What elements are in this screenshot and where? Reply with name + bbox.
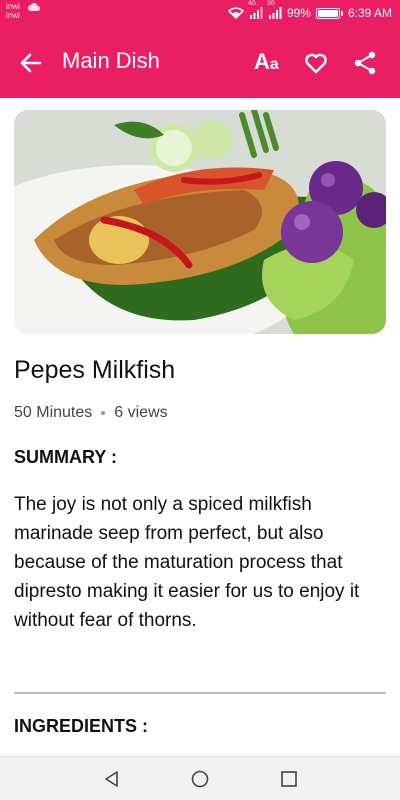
signal-2: 2G xyxy=(267,1,282,19)
signal-1: 4G xyxy=(248,1,263,19)
share-icon[interactable] xyxy=(352,50,378,76)
page-title: Main Dish xyxy=(62,48,160,73)
font-size-icon-small: a xyxy=(269,56,279,73)
ingredients-heading: INGREDIENTS : xyxy=(14,716,149,736)
carrier-labels: inwi inwi xyxy=(6,2,20,20)
nav-recent-icon[interactable] xyxy=(279,769,299,789)
recipe-photo xyxy=(14,110,386,334)
recipe-duration: 50 Minutes xyxy=(14,404,93,421)
signal-icon xyxy=(268,7,282,19)
summary-heading: SUMMARY : xyxy=(14,447,117,467)
app-bar: Main Dish Aa xyxy=(0,28,400,98)
system-nav-bar xyxy=(0,756,400,800)
battery-icon xyxy=(315,7,343,19)
net-type-2: 2G xyxy=(266,1,275,7)
back-arrow-icon[interactable] xyxy=(18,50,44,76)
clock: 6:39 AM xyxy=(347,6,392,20)
carrier-1: inwi xyxy=(6,2,20,11)
font-size-icon-big: A xyxy=(254,49,270,74)
meta-separator xyxy=(101,411,106,415)
recipe-title: Pepes Milkfish xyxy=(14,356,176,384)
recipe-meta: 50 Minutes 6 views xyxy=(14,402,168,424)
nav-home-icon[interactable] xyxy=(190,769,210,789)
status-icons: 4G 2G 99% 6:39 AM xyxy=(227,1,392,20)
recipe-views: 6 views xyxy=(114,404,168,421)
section-divider xyxy=(14,692,386,694)
carrier-2: inwi xyxy=(6,11,20,20)
heart-icon[interactable] xyxy=(303,50,329,76)
signal-icon xyxy=(249,7,263,19)
battery-percent: 99% xyxy=(286,6,311,20)
nav-back-icon[interactable] xyxy=(102,769,122,789)
cloud-icon xyxy=(28,3,40,11)
font-size-button[interactable]: Aa xyxy=(254,48,279,79)
net-type-1: 4G xyxy=(247,1,256,7)
summary-text: The joy is not only a spiced milkfish ma… xyxy=(14,494,360,631)
wifi-icon xyxy=(227,7,244,19)
status-bar: inwi inwi 4G 2G 99% 6:39 AM xyxy=(0,0,400,28)
